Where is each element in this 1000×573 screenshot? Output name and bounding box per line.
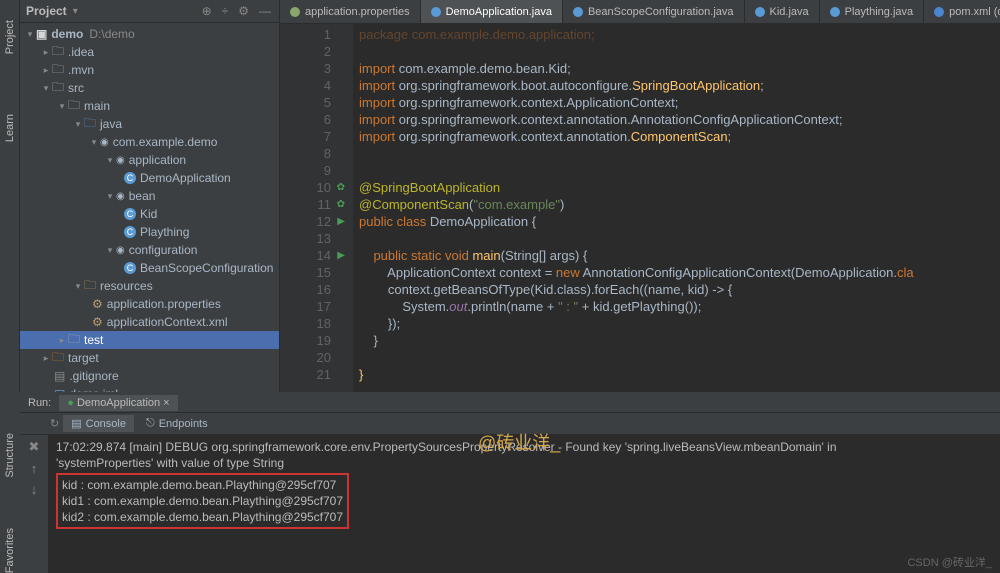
- sidebar-header: Project ▾ ⊕ ÷ ⚙ —: [20, 0, 279, 23]
- tab-demoapplication[interactable]: DemoApplication.java: [421, 0, 563, 23]
- code-area[interactable]: 123456789 10✿ 11✿ 12▶ 13 14▶ 15161718192…: [280, 24, 1000, 392]
- run-label: Run:: [28, 397, 51, 409]
- project-sidebar: Project ▾ ⊕ ÷ ⚙ — ▾▣demoD:\demo ▸🗀.idea …: [20, 0, 280, 392]
- log-line: 'systemProperties' with value of type St…: [56, 455, 992, 471]
- tree-item-target[interactable]: ▸🗀target: [20, 349, 279, 367]
- tree-item-pkg-application[interactable]: ▾◉application: [20, 151, 279, 169]
- spring-icon: ✿: [337, 196, 345, 213]
- java-icon: [830, 7, 840, 17]
- project-tool-button[interactable]: Project: [4, 20, 16, 54]
- console-tabs: ↻ ▤Console ⎋Endpoints: [20, 413, 1000, 435]
- tree-item-main[interactable]: ▾🗀main: [20, 97, 279, 115]
- tree-item-resources[interactable]: ▾🗀resources: [20, 277, 279, 295]
- tree-root[interactable]: ▾▣demoD:\demo: [20, 25, 279, 43]
- tab-pom[interactable]: pom.xml (demo: [924, 0, 1000, 23]
- project-tree: ▾▣demoD:\demo ▸🗀.idea ▸🗀.mvn ▾🗀src ▾🗀mai…: [20, 23, 279, 392]
- tree-item-pkg-demo[interactable]: ▾◉com.example.demo: [20, 133, 279, 151]
- tree-item-pkg-configuration[interactable]: ▾◉configuration: [20, 241, 279, 259]
- tree-item-kid[interactable]: CKid: [20, 205, 279, 223]
- code-text[interactable]: package com.example.demo.application; im…: [353, 24, 1000, 392]
- collapse-icon[interactable]: ÷: [220, 4, 231, 18]
- tree-item-appprops[interactable]: ⚙application.properties: [20, 295, 279, 313]
- project-view-label: Project: [26, 4, 67, 18]
- rerun-icon[interactable]: ↻: [50, 417, 59, 430]
- tree-item-beanscopeconfig[interactable]: CBeanScopeConfiguration: [20, 259, 279, 277]
- java-icon: [573, 7, 583, 17]
- up-icon[interactable]: ↑: [31, 461, 38, 476]
- tree-item-appcontext[interactable]: ⚙applicationContext.xml: [20, 313, 279, 331]
- tree-item-demoiml[interactable]: ▤demo.iml: [20, 385, 279, 392]
- tab-console[interactable]: ▤Console: [63, 415, 134, 432]
- tree-item-idea[interactable]: ▸🗀.idea: [20, 43, 279, 61]
- watermark: @砖业洋_: [478, 435, 560, 451]
- down-icon[interactable]: ↓: [31, 482, 38, 497]
- editor: application.properties DemoApplication.j…: [280, 0, 1000, 392]
- run-config-tab[interactable]: ● DemoApplication ×: [59, 395, 177, 411]
- tab-endpoints[interactable]: ⎋Endpoints: [138, 415, 216, 432]
- tab-plaything[interactable]: Plaything.java: [820, 0, 925, 23]
- run-gutter-icon[interactable]: ▶: [337, 247, 345, 264]
- stop-icon[interactable]: ✖: [29, 439, 40, 455]
- tree-item-demoapplication[interactable]: CDemoApplication: [20, 169, 279, 187]
- output-line: kid : com.example.demo.bean.Plaything@29…: [62, 477, 343, 493]
- endpoints-icon: ⎋: [146, 417, 155, 430]
- editor-tabs: application.properties DemoApplication.j…: [280, 0, 1000, 24]
- output-line: kid2 : com.example.demo.bean.Plaything@2…: [62, 509, 343, 525]
- favorites-tool-button[interactable]: Favorites: [4, 528, 16, 573]
- tree-item-gitignore[interactable]: ▤.gitignore: [20, 367, 279, 385]
- structure-tool-button[interactable]: Structure: [4, 433, 16, 478]
- tree-item-src[interactable]: ▾🗀src: [20, 79, 279, 97]
- java-icon: [431, 7, 441, 17]
- run-gutter-icon[interactable]: ▶: [337, 213, 345, 230]
- project-view-selector[interactable]: ▾: [73, 6, 78, 17]
- console-toolbar: ✖ ↑ ↓: [20, 435, 48, 573]
- tree-item-test[interactable]: ▸🗀test: [20, 331, 279, 349]
- learn-tool-button[interactable]: Learn: [4, 114, 16, 142]
- tree-item-mvn[interactable]: ▸🗀.mvn: [20, 61, 279, 79]
- settings-icon[interactable]: ⚙: [236, 4, 251, 18]
- hide-icon[interactable]: —: [257, 4, 273, 18]
- properties-icon: [290, 7, 300, 17]
- select-opened-icon[interactable]: ⊕: [200, 4, 214, 18]
- tab-beanscopeconfig[interactable]: BeanScopeConfiguration.java: [563, 0, 745, 23]
- maven-icon: [934, 7, 944, 17]
- csdn-watermark: CSDN @砖业洋_: [907, 555, 992, 571]
- java-icon: [755, 7, 765, 17]
- gutter: 123456789 10✿ 11✿ 12▶ 13 14▶ 15161718192…: [280, 24, 335, 392]
- tree-item-pkg-bean[interactable]: ▾◉bean: [20, 187, 279, 205]
- tree-item-plaything[interactable]: CPlaything: [20, 223, 279, 241]
- tool-strip-left: Project Learn: [0, 0, 20, 392]
- spring-icon: ✿: [337, 179, 345, 196]
- tab-appprops[interactable]: application.properties: [280, 0, 421, 23]
- tab-kid[interactable]: Kid.java: [745, 0, 820, 23]
- highlighted-output: kid : com.example.demo.bean.Plaything@29…: [56, 473, 349, 529]
- tool-strip-left-bottom: Structure Favorites: [0, 393, 20, 573]
- console-output[interactable]: 17:02:29.874 [main] DEBUG org.springfram…: [48, 435, 1000, 573]
- output-line: kid1 : com.example.demo.bean.Plaything@2…: [62, 493, 343, 509]
- run-header: Run: ● DemoApplication ×: [20, 393, 1000, 413]
- tree-item-java[interactable]: ▾🗀java: [20, 115, 279, 133]
- console-icon: ▤: [71, 417, 81, 430]
